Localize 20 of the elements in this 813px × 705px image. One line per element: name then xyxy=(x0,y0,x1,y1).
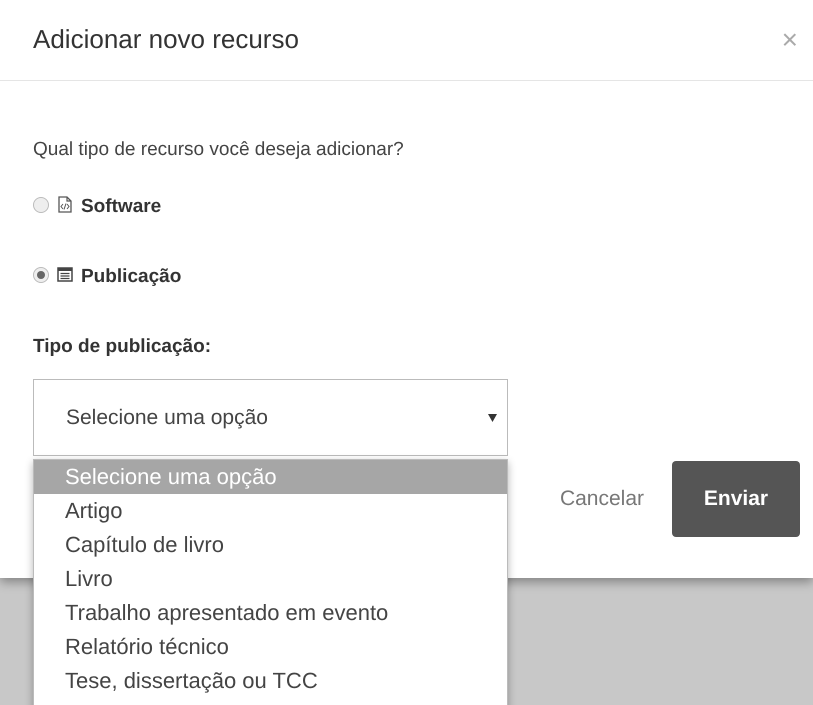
caret-icon xyxy=(488,414,497,422)
dropdown-option[interactable]: Tese, dissertação ou TCC xyxy=(34,664,507,698)
dropdown-option[interactable]: Trabalho apresentado em evento xyxy=(34,596,507,630)
cancel-button[interactable]: Cancelar xyxy=(548,483,656,515)
dropdown-option[interactable]: Livro xyxy=(34,562,507,596)
radio-button[interactable] xyxy=(33,266,49,282)
field-label: Tipo de publicação: xyxy=(33,334,212,358)
send-button[interactable]: Enviar xyxy=(672,461,800,537)
option-label: Publicação xyxy=(81,264,182,288)
select-field[interactable]: Selecione uma opção xyxy=(33,379,508,456)
dropdown-option[interactable]: Capítulo de livro xyxy=(34,528,507,562)
radio-button[interactable] xyxy=(33,196,49,212)
dialog-title: Adicionar novo recurso xyxy=(33,24,299,56)
option-label: Software xyxy=(81,194,162,218)
dropdown-option[interactable]: Artigo xyxy=(34,494,507,528)
dropdown-option[interactable]: Relatório técnico xyxy=(34,630,507,664)
list-document-icon xyxy=(57,266,73,282)
question-text: Qual tipo de recurso você deseja adicionar? xyxy=(33,138,405,162)
code-file-icon xyxy=(57,196,73,212)
select-value: Selecione uma opção xyxy=(66,404,268,431)
